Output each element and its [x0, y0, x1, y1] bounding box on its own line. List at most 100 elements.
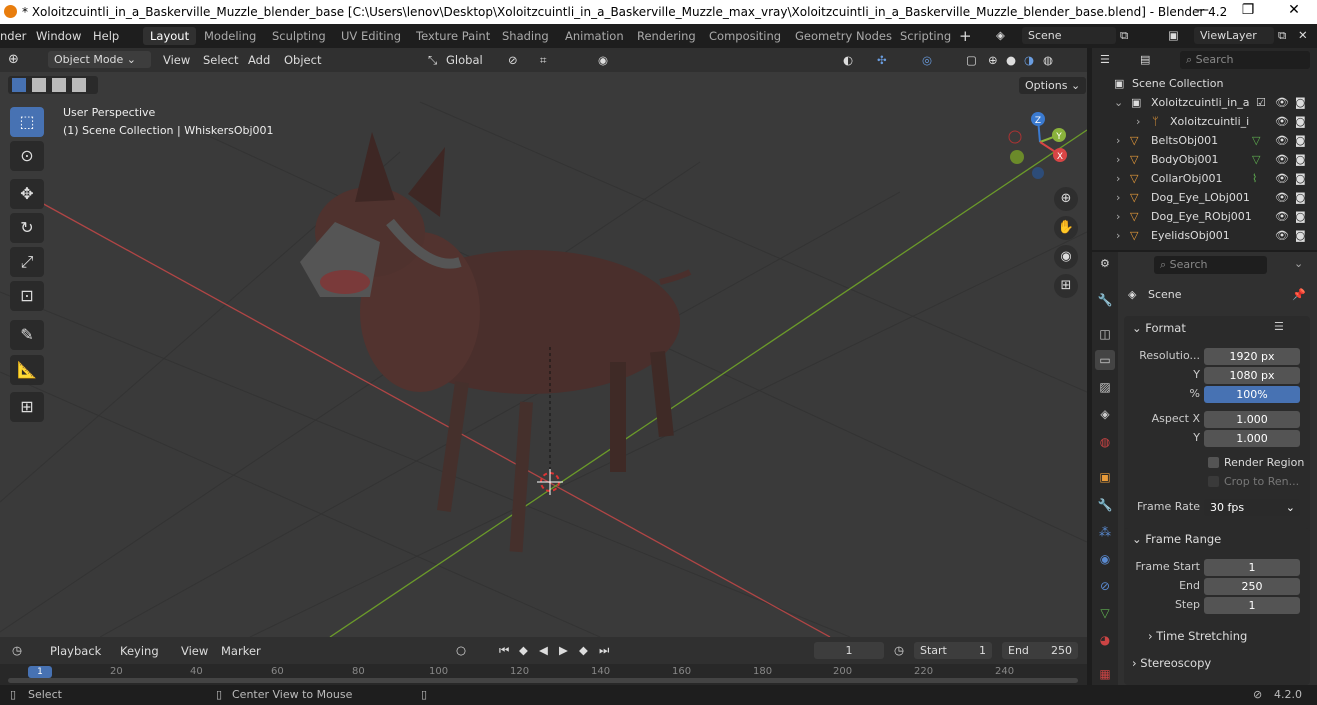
3d-viewport[interactable]: Z Y X Options ⌄ User Perspective (1) Sce…	[0, 72, 1087, 637]
modifier-tab-icon[interactable]: 🔧	[1095, 495, 1115, 515]
gizmo-toggle-icon[interactable]: ✣	[877, 53, 887, 67]
eye-icon[interactable]: 👁	[1275, 172, 1289, 185]
rotate-tool[interactable]: ↻	[10, 213, 44, 243]
tab-texture-paint[interactable]: Texture Paint	[409, 27, 497, 45]
tab-geometry-nodes[interactable]: Geometry Nodes	[788, 27, 899, 45]
minimize-button[interactable]: —	[1179, 2, 1225, 22]
overlay-toggle-icon[interactable]: ◎	[922, 53, 932, 67]
timeline-ruler[interactable]: 1 20 40 60 80 100 120 140 160 180 200 22…	[0, 664, 1087, 685]
select-intersect-icon[interactable]	[72, 78, 86, 92]
timeline-scrollbar[interactable]	[8, 678, 1078, 683]
menu-help[interactable]: Help	[93, 29, 119, 43]
transform-tool[interactable]: ⊡	[10, 281, 44, 311]
scene-tab-icon[interactable]: ◈	[1095, 404, 1115, 424]
wireframe-shading-icon[interactable]: ⊕	[988, 53, 998, 67]
chevron-right-icon[interactable]: ›	[1116, 153, 1120, 166]
properties-editor-icon[interactable]: ⚙	[1100, 257, 1110, 270]
eye-icon[interactable]: 👁	[1275, 191, 1289, 204]
eye-icon[interactable]: 👁	[1275, 229, 1289, 242]
chevron-right-icon[interactable]: ›	[1116, 210, 1120, 223]
properties-search-input[interactable]: ⌕ Search	[1154, 256, 1267, 274]
camera-icon[interactable]: ◙	[1295, 115, 1306, 128]
camera-icon[interactable]: ◙	[1295, 210, 1306, 223]
proportional-edit-icon[interactable]: ◉	[598, 53, 608, 67]
checkbox-icon[interactable]: ☑	[1256, 96, 1266, 109]
world-tab-icon[interactable]: ◍	[1095, 432, 1115, 452]
display-mode-icon[interactable]: ▤	[1140, 53, 1150, 66]
eye-icon[interactable]: 👁	[1275, 115, 1289, 128]
tab-scripting[interactable]: Scripting	[893, 27, 958, 45]
outliner-root[interactable]: ▣ Scene Collection	[1092, 75, 1317, 94]
copy-scene-icon[interactable]: ⧉	[1120, 28, 1128, 43]
scale-tool[interactable]: ⤢	[10, 247, 44, 277]
add-workspace-button[interactable]: +	[959, 27, 972, 45]
editor-type-icon[interactable]: ⊕	[8, 52, 19, 67]
mode-selector[interactable]: Object Mode ⌄	[48, 51, 151, 68]
pivot-icon[interactable]: ⊘	[508, 53, 518, 67]
eye-icon[interactable]: 👁	[1275, 96, 1289, 109]
rendered-shading-icon[interactable]: ◍	[1043, 53, 1053, 67]
menu-window[interactable]: Window	[36, 29, 81, 43]
copy-view-layer-icon[interactable]: ⧉	[1278, 28, 1286, 43]
physics-tab-icon[interactable]: ◉	[1095, 549, 1115, 569]
close-button[interactable]: ✕	[1271, 2, 1317, 22]
view-layer-tab-icon[interactable]: ▨	[1095, 377, 1115, 397]
viewport-menu-object[interactable]: Object	[284, 53, 321, 67]
select-new-icon[interactable]	[12, 78, 26, 92]
zoom-icon[interactable]: ⊕	[1054, 187, 1078, 211]
format-panel-header[interactable]: ⌄ Format	[1132, 321, 1186, 335]
maximize-button[interactable]: ❐	[1225, 2, 1271, 22]
chevron-down-icon[interactable]: ⌄	[1114, 96, 1123, 109]
aspect-x-field[interactable]: 1.000	[1204, 411, 1300, 428]
particles-tab-icon[interactable]: ⁂	[1095, 522, 1115, 542]
render-tab-icon[interactable]: ◫	[1095, 324, 1115, 344]
chevron-right-icon[interactable]: ›	[1136, 115, 1140, 128]
cursor-tool[interactable]: ⊙	[10, 141, 44, 171]
tab-uv-editing[interactable]: UV Editing	[334, 27, 408, 45]
viewport-menu-add[interactable]: Add	[248, 53, 270, 67]
camera-icon[interactable]: ◙	[1295, 191, 1306, 204]
navigation-gizmo[interactable]: Z Y X	[1008, 112, 1067, 179]
chevron-right-icon[interactable]: ›	[1116, 229, 1120, 242]
chevron-down-icon[interactable]: ⌄	[1294, 257, 1303, 270]
camera-icon[interactable]: ◙	[1295, 153, 1306, 166]
outliner-item[interactable]: › ▽ CollarObj001 ⌇ 👁 ◙	[1092, 170, 1317, 189]
end-frame-field[interactable]: End 250	[1002, 642, 1078, 659]
chevron-right-icon[interactable]: ›	[1116, 134, 1120, 147]
preview-range-icon[interactable]: ◷	[894, 643, 904, 657]
xray-toggle-icon[interactable]: ▢	[966, 53, 977, 67]
view-layer-selector[interactable]: ViewLayer	[1194, 27, 1274, 44]
material-shading-icon[interactable]: ◑	[1024, 53, 1034, 67]
select-box-tool[interactable]: ⬚	[10, 107, 44, 137]
object-tab-icon[interactable]: ▣	[1095, 467, 1115, 487]
timeline-menu-view[interactable]: View	[181, 644, 208, 658]
camera-view-icon[interactable]: ◉	[1054, 245, 1078, 269]
material-tab-icon[interactable]: ◕	[1095, 630, 1115, 650]
eye-icon[interactable]: 👁	[1275, 153, 1289, 166]
measure-tool[interactable]: 📐	[10, 355, 44, 385]
outliner-search-input[interactable]: ⌕ Search	[1180, 51, 1310, 69]
pin-icon[interactable]: 📌	[1292, 288, 1306, 301]
next-keyframe-icon[interactable]: ◆	[579, 643, 588, 657]
outliner-item[interactable]: › ▽ BodyObj001 ▽ 👁 ◙	[1092, 151, 1317, 170]
scene-selector[interactable]: Scene	[1022, 27, 1116, 44]
outliner-item[interactable]: › ▽ EyelidsObj001 👁 ◙	[1092, 227, 1317, 246]
tab-shading[interactable]: Shading	[495, 27, 556, 45]
tab-layout[interactable]: Layout	[143, 27, 197, 45]
annotate-tool[interactable]: ✎	[10, 320, 44, 350]
resolution-x-field[interactable]: 1920 px	[1204, 348, 1300, 365]
start-frame-field[interactable]: Start 1	[914, 642, 992, 659]
options-button[interactable]: Options ⌄	[1019, 77, 1087, 94]
camera-icon[interactable]: ◙	[1295, 134, 1306, 147]
outliner-item[interactable]: › ▽ BeltsObj001 ▽ 👁 ◙	[1092, 132, 1317, 151]
3d-cursor[interactable]	[537, 469, 563, 495]
viewport-menu-select[interactable]: Select	[203, 53, 238, 67]
menu-render[interactable]: nder	[0, 29, 26, 43]
solid-shading-icon[interactable]: ●	[1006, 53, 1016, 67]
outliner-item[interactable]: › ᛘ Xoloitzcuintli_i 👁 ◙	[1092, 113, 1317, 132]
frame-range-header[interactable]: ⌄ Frame Range	[1132, 532, 1221, 546]
select-mode-buttons[interactable]	[8, 76, 98, 94]
perspective-toggle-icon[interactable]: ⊞	[1054, 274, 1078, 298]
current-frame-field[interactable]: 1	[814, 642, 884, 659]
presets-icon[interactable]: ☰	[1274, 320, 1284, 333]
